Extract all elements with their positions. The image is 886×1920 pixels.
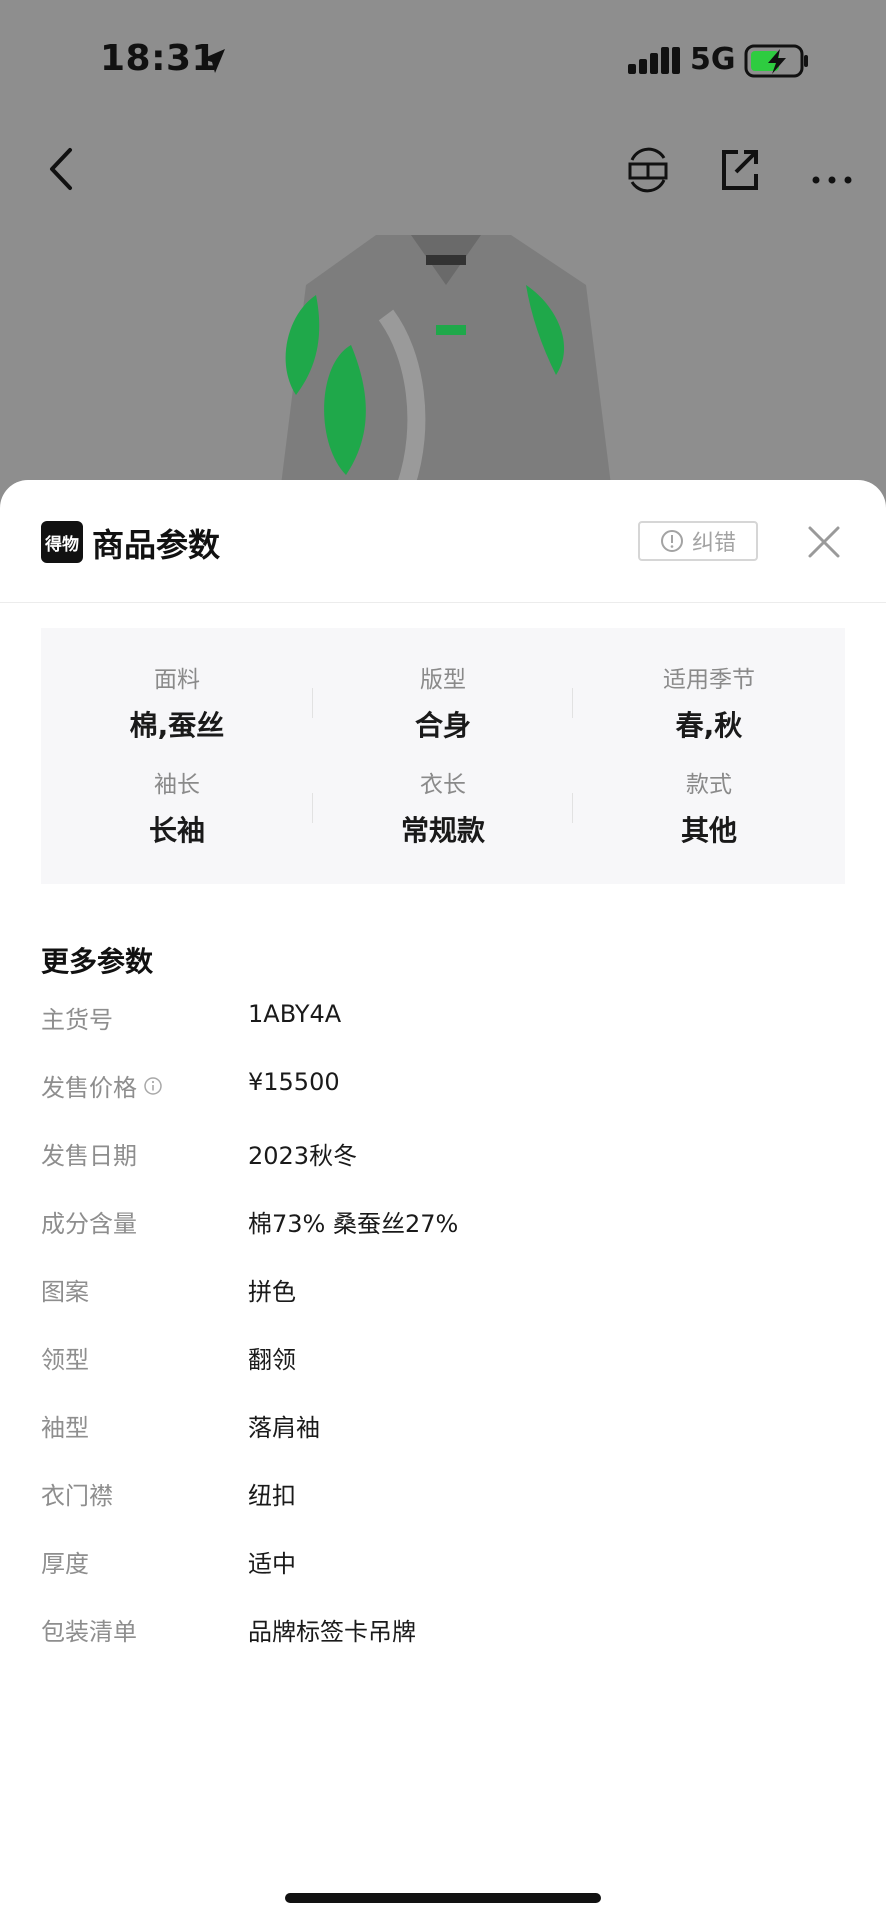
grid-divider (572, 688, 573, 718)
param-cell-sleeve-length: 袖长 长袖 (46, 765, 308, 849)
param-cell-season: 适用季节 春,秋 (578, 660, 840, 744)
detail-label: 发售日期 (41, 1142, 137, 1170)
grid-divider (312, 688, 313, 718)
param-value: 其他 (680, 814, 737, 847)
detail-label: 袖型 (41, 1414, 89, 1442)
param-label: 面料 (154, 667, 200, 693)
close-icon[interactable] (806, 524, 842, 560)
more-params-list: 主货号 1ABY4A 发售价格 ¥15500 发售日期 2023秋冬 成分含量 … (41, 1000, 845, 1680)
list-item: 领型 翻领 (41, 1340, 845, 1408)
detail-label: 成分含量 (41, 1210, 137, 1238)
param-value: 合身 (414, 709, 471, 742)
detail-label: 主货号 (41, 1006, 113, 1034)
param-cell-length: 衣长 常规款 (312, 765, 574, 849)
detail-value: 拼色 (248, 1278, 296, 1306)
more-params-title: 更多参数 (41, 945, 154, 978)
info-circle-icon (660, 530, 683, 552)
param-label: 款式 (686, 772, 732, 798)
info-circle-icon[interactable] (143, 1076, 163, 1096)
detail-value: 品牌标签卡吊牌 (248, 1618, 416, 1646)
detail-value: 适中 (248, 1550, 296, 1578)
param-label: 版型 (420, 667, 466, 693)
param-value: 春,秋 (675, 709, 743, 742)
list-item: 发售日期 2023秋冬 (41, 1136, 845, 1204)
back-icon[interactable] (40, 144, 84, 194)
list-item: 包装清单 品牌标签卡吊牌 (41, 1612, 845, 1680)
param-label: 袖长 (154, 772, 200, 798)
detail-value: 2023秋冬 (248, 1142, 358, 1170)
network-type: 5G (690, 42, 736, 77)
brand-logo-text: 得物 (45, 534, 79, 555)
detail-label: 包装清单 (41, 1618, 137, 1646)
param-value: 常规款 (400, 814, 485, 847)
key-params-grid: 面料 棉,蚕丝 版型 合身 适用季节 春,秋 袖长 长袖 衣长 常规款 款式 其… (41, 628, 845, 884)
detail-label: 厚度 (41, 1550, 89, 1578)
param-label: 衣长 (420, 772, 466, 798)
more-icon[interactable] (808, 144, 856, 196)
param-cell-style: 款式 其他 (578, 765, 840, 849)
list-item: 厚度 适中 (41, 1544, 845, 1612)
param-value: 长袖 (148, 814, 205, 847)
location-arrow-icon (202, 49, 225, 73)
sell-icon[interactable] (624, 144, 672, 196)
sheet-header: 得物 商品参数 纠错 (0, 480, 886, 603)
detail-label: 领型 (41, 1346, 89, 1374)
battery-icon (744, 44, 808, 78)
detail-value: 棉73% 桑蚕丝27% (248, 1210, 459, 1238)
list-item: 发售价格 ¥15500 (41, 1068, 845, 1136)
param-cell-fabric: 面料 棉,蚕丝 (46, 660, 308, 744)
status-bar: 18:31 5G (0, 0, 886, 120)
home-indicator[interactable] (285, 1893, 601, 1903)
detail-value: 翻领 (248, 1346, 296, 1374)
param-cell-fit: 版型 合身 (312, 660, 574, 744)
detail-value: ¥15500 (248, 1068, 340, 1096)
list-item: 成分含量 棉73% 桑蚕丝27% (41, 1204, 845, 1272)
list-item: 袖型 落肩袖 (41, 1408, 845, 1476)
param-label: 适用季节 (663, 667, 755, 693)
sheet-title: 商品参数 (92, 526, 221, 564)
nav-bar (0, 130, 886, 210)
list-item: 主货号 1ABY4A (41, 1000, 845, 1068)
list-item: 图案 拼色 (41, 1272, 845, 1340)
grid-divider (312, 793, 313, 823)
product-params-sheet: 得物 商品参数 纠错 面料 棉,蚕丝 版型 合身 适用季节 春,秋 袖长 长袖 … (0, 480, 886, 1920)
detail-value: 落肩袖 (248, 1414, 320, 1442)
brand-logo: 得物 (41, 521, 83, 563)
detail-label: 发售价格 (41, 1068, 163, 1103)
detail-label-text: 发售价格 (41, 1074, 137, 1102)
report-error-label: 纠错 (691, 531, 736, 556)
list-item: 衣门襟 纽扣 (41, 1476, 845, 1544)
signal-icon (628, 47, 680, 74)
detail-value: 纽扣 (248, 1482, 296, 1510)
param-value: 棉,蚕丝 (129, 709, 225, 742)
report-error-button[interactable]: 纠错 (638, 521, 758, 561)
grid-divider (572, 793, 573, 823)
detail-value: 1ABY4A (248, 1000, 342, 1028)
detail-label: 衣门襟 (41, 1482, 113, 1510)
detail-label: 图案 (41, 1278, 89, 1306)
share-icon[interactable] (716, 144, 764, 196)
